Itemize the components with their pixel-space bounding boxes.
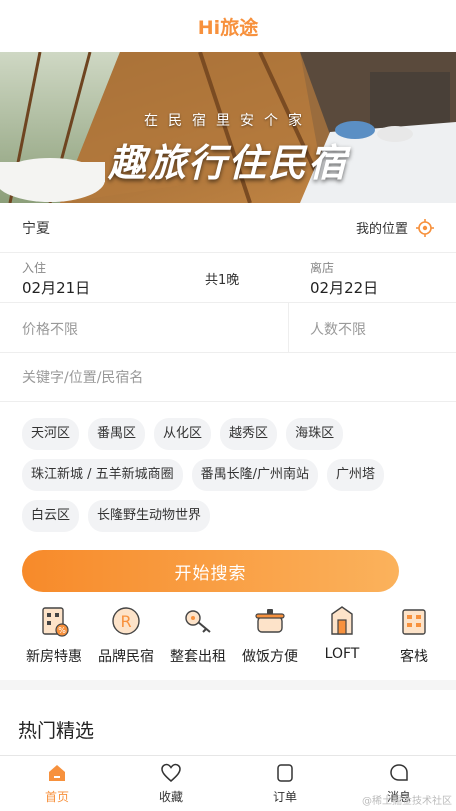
keyword-input[interactable]: 关键字/位置/民宿名 bbox=[0, 353, 456, 402]
tag-item[interactable]: 海珠区 bbox=[286, 418, 344, 450]
search-button[interactable]: 开始搜索 bbox=[22, 550, 399, 592]
location-row[interactable]: 宁夏 我的位置 bbox=[0, 203, 456, 253]
date-row[interactable]: 入住 02月21日 共1晚 离店 02月22日 bbox=[0, 253, 456, 303]
category-inn[interactable]: 客栈 bbox=[378, 602, 450, 672]
order-icon bbox=[277, 764, 293, 782]
category-label: 整套出租 bbox=[170, 649, 226, 665]
inn-icon bbox=[402, 609, 426, 635]
key-icon bbox=[185, 610, 211, 633]
svg-text:%: % bbox=[58, 626, 66, 635]
my-location-label: 我的位置 bbox=[355, 222, 408, 237]
cooking-pot-icon bbox=[255, 609, 285, 633]
new-house-icon: % bbox=[42, 607, 69, 637]
checkin-label: 入住 bbox=[22, 261, 47, 275]
tab-label: 订单 bbox=[272, 790, 297, 804]
category-new-house[interactable]: % 新房特惠 bbox=[18, 602, 90, 672]
nights-count: 共1晚 bbox=[205, 273, 240, 288]
app-title: Hi旅途 bbox=[197, 16, 259, 39]
tag-item[interactable]: 从化区 bbox=[154, 418, 212, 450]
checkin-value: 02月21日 bbox=[22, 279, 91, 297]
tag-item[interactable]: 天河区 bbox=[22, 418, 80, 450]
category-brand[interactable]: R 品牌民宿 bbox=[90, 602, 162, 672]
top-bar: Hi旅途 bbox=[0, 0, 456, 52]
locate-icon bbox=[416, 218, 434, 237]
category-cooking[interactable]: 做饭方便 bbox=[234, 602, 306, 672]
category-label: 品牌民宿 bbox=[98, 649, 154, 665]
heart-icon bbox=[161, 763, 181, 782]
watermark: @稀土掘金技术社区 bbox=[362, 796, 452, 807]
svg-text:R: R bbox=[120, 612, 131, 631]
banner-subtitle: 在民宿里安个家 bbox=[144, 113, 312, 129]
tab-label: 首页 bbox=[44, 790, 69, 804]
tab-orders[interactable]: 订单 bbox=[228, 756, 342, 811]
bottom-tab-bar: 首页 收藏 订单 消息 @稀土掘金技术社区 bbox=[0, 755, 456, 811]
price-filter[interactable]: 价格不限 bbox=[22, 319, 78, 339]
filter-divider bbox=[288, 303, 289, 352]
category-loft[interactable]: LOFT bbox=[306, 602, 378, 672]
tag-item[interactable]: 广州塔 bbox=[327, 459, 385, 491]
tab-favorites[interactable]: 收藏 bbox=[114, 756, 228, 811]
category-whole-rent[interactable]: 整套出租 bbox=[162, 602, 234, 672]
checkout-date[interactable]: 离店 02月22日 bbox=[310, 259, 378, 298]
tag-item[interactable]: 番禺区 bbox=[88, 418, 146, 450]
tab-home[interactable]: 首页 bbox=[0, 756, 114, 811]
tag-item[interactable]: 白云区 bbox=[22, 500, 80, 532]
my-location-button[interactable]: 我的位置 bbox=[356, 218, 434, 237]
banner[interactable]: 在民宿里安个家 趣旅行住民宿 bbox=[0, 52, 456, 203]
filter-row: 价格不限 人数不限 bbox=[0, 303, 456, 353]
category-bar: % 新房特惠 R 品牌民宿 整套出租 做饭方便 LOFT 客栈 bbox=[0, 592, 456, 672]
home-icon bbox=[49, 765, 65, 781]
category-label: 客栈 bbox=[400, 649, 428, 665]
tab-label: 收藏 bbox=[158, 790, 183, 804]
hot-section-title: 热门精选 bbox=[18, 720, 95, 742]
loft-icon bbox=[331, 606, 353, 635]
checkout-value: 02月22日 bbox=[310, 279, 379, 297]
tag-list: 天河区 番禺区 从化区 越秀区 海珠区 珠江新城 / 五羊新城商圈 番禺长隆/广… bbox=[0, 402, 456, 546]
category-label: LOFT bbox=[324, 646, 360, 662]
tag-item[interactable]: 越秀区 bbox=[220, 418, 278, 450]
city-label[interactable]: 宁夏 bbox=[22, 218, 50, 238]
banner-headline: 趣旅行住民宿 bbox=[107, 141, 348, 185]
tag-item[interactable]: 珠江新城 / 五羊新城商圈 bbox=[22, 459, 183, 491]
brand-icon: R bbox=[112, 607, 140, 635]
tag-item[interactable]: 长隆野生动物世界 bbox=[88, 500, 211, 532]
message-icon bbox=[390, 764, 408, 781]
tag-item[interactable]: 番禺长隆/广州南站 bbox=[191, 459, 319, 491]
section-divider bbox=[0, 680, 456, 690]
people-filter[interactable]: 人数不限 bbox=[310, 319, 366, 339]
category-label: 做饭方便 bbox=[242, 649, 298, 665]
category-label: 新房特惠 bbox=[26, 649, 82, 665]
checkout-label: 离店 bbox=[310, 261, 335, 275]
checkin-date[interactable]: 入住 02月21日 bbox=[22, 259, 90, 298]
